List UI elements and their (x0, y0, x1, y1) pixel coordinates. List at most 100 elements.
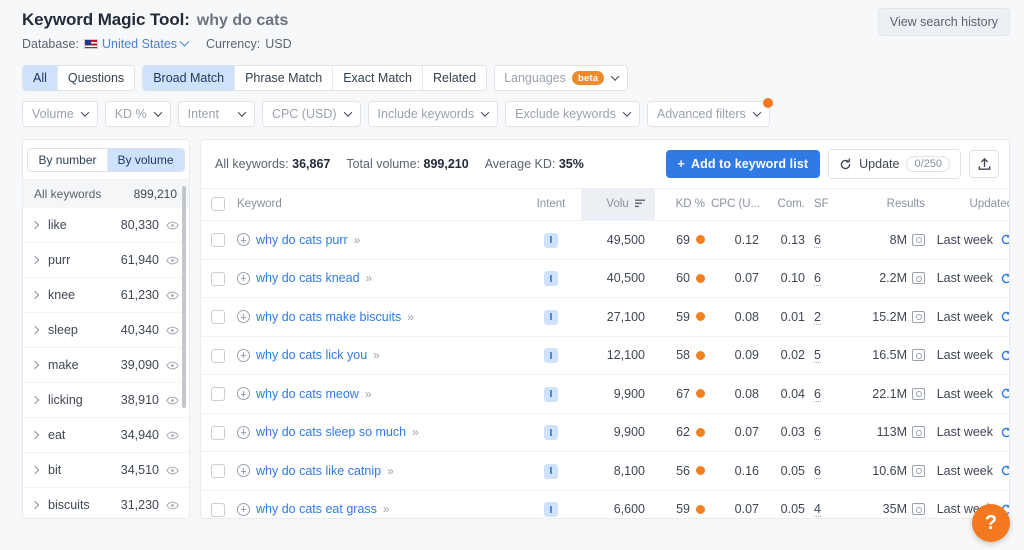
volume-filter[interactable]: Volume (22, 101, 98, 127)
sidebar-group-item[interactable]: like 80,330 (23, 208, 189, 243)
toggle-by-number[interactable]: By number (28, 149, 108, 171)
add-keyword-icon[interactable] (237, 310, 250, 324)
sidebar-group-item[interactable]: licking 38,910 (23, 383, 189, 418)
add-keyword-icon[interactable] (237, 387, 250, 401)
help-button[interactable]: ? (972, 504, 1010, 542)
view-search-history-button[interactable]: View search history (877, 8, 1010, 36)
kd-filter[interactable]: KD % (104, 101, 171, 127)
intent-badge[interactable]: I (544, 348, 558, 363)
header-kd[interactable]: KD % (655, 188, 711, 221)
serp-preview-icon[interactable] (912, 464, 925, 477)
intent-filter[interactable]: Intent (177, 101, 255, 127)
languages-dropdown[interactable]: Languages beta (494, 65, 629, 91)
add-to-keyword-list-button[interactable]: + Add to keyword list (665, 150, 821, 178)
header-intent[interactable]: Intent (525, 188, 581, 221)
header-sf[interactable]: SF (809, 188, 841, 221)
row-checkbox[interactable] (211, 310, 225, 325)
eye-icon[interactable] (166, 429, 179, 442)
tab-broad-match[interactable]: Broad Match (143, 66, 236, 90)
eye-icon[interactable] (166, 289, 179, 302)
keyword-link[interactable]: why do cats meow (256, 387, 359, 401)
sidebar-scrollbar[interactable] (182, 186, 186, 408)
table-row[interactable]: why do cats lick you » I 12,100 58 0.09 0.02 5 1… (201, 336, 1010, 375)
keyword-link[interactable]: why do cats knead (256, 271, 360, 285)
sidebar-group-item[interactable]: knee 61,230 (23, 278, 189, 313)
add-keyword-icon[interactable] (237, 502, 250, 516)
keyword-expand-icon[interactable]: » (387, 464, 394, 478)
intent-badge[interactable]: I (544, 309, 558, 325)
row-checkbox[interactable] (211, 387, 225, 402)
table-row[interactable]: why do cats purr » I 49,500 69 0.12 0.13 6 8M Las… (201, 220, 1010, 260)
table-row[interactable]: why do cats meow » I 9,900 67 0.08 0.04 6 22.1M L… (201, 374, 1010, 414)
header-cpc[interactable]: CPC (U... (711, 188, 765, 221)
eye-icon[interactable] (166, 464, 179, 477)
table-row[interactable]: why do cats like catnip » I 8,100 56 0.16 0.05… (201, 451, 1009, 491)
serp-preview-icon[interactable] (912, 272, 925, 285)
row-checkbox[interactable] (211, 502, 225, 517)
sf-link[interactable]: 4 (814, 502, 821, 518)
tab-questions[interactable]: Questions (57, 66, 135, 90)
table-row[interactable]: why do cats knead » I 40,500 60 0.07 0.10 6 2.2M… (201, 259, 1010, 298)
serp-preview-icon[interactable] (912, 426, 925, 439)
row-refresh-icon[interactable] (1000, 426, 1010, 439)
advanced-filters-dropdown[interactable]: Advanced filters (646, 98, 773, 127)
row-checkbox[interactable] (211, 348, 225, 363)
cpc-filter[interactable]: CPC (USD) (261, 101, 361, 127)
row-refresh-icon[interactable] (1000, 387, 1010, 400)
eye-icon[interactable] (166, 219, 179, 232)
tab-phrase-match[interactable]: Phrase Match (235, 66, 334, 90)
sidebar-item-all-keywords[interactable]: All keywords 899,210 (23, 179, 189, 208)
keyword-expand-icon[interactable]: » (412, 425, 419, 439)
exclude-keywords-filter[interactable]: Exclude keywords (505, 101, 640, 127)
intent-badge[interactable]: I (544, 232, 558, 248)
serp-preview-icon[interactable] (912, 387, 925, 400)
update-button[interactable]: Update 0/250 (828, 149, 961, 179)
keyword-expand-icon[interactable]: » (354, 233, 361, 247)
keyword-expand-icon[interactable]: » (373, 348, 380, 362)
table-row[interactable]: why do cats eat grass » I 6,600 59 0.07 0.05 4 3… (201, 490, 1009, 518)
eye-icon[interactable] (166, 499, 179, 512)
sf-link[interactable]: 6 (814, 386, 821, 402)
row-refresh-icon[interactable] (1000, 233, 1010, 246)
row-refresh-icon[interactable] (1000, 310, 1010, 323)
eye-icon[interactable] (166, 394, 179, 407)
keyword-link[interactable]: why do cats make biscuits (256, 310, 401, 324)
intent-badge[interactable]: I (544, 386, 558, 402)
add-keyword-icon[interactable] (237, 233, 250, 247)
database-value-link[interactable]: United States (83, 36, 190, 51)
header-keyword[interactable]: Keyword (235, 188, 525, 221)
row-refresh-icon[interactable] (1000, 349, 1010, 362)
tab-exact-match[interactable]: Exact Match (333, 66, 423, 90)
sidebar-group-item[interactable]: eat 34,940 (23, 418, 189, 453)
row-refresh-icon[interactable] (1000, 272, 1010, 285)
serp-preview-icon[interactable] (912, 349, 925, 362)
keyword-link[interactable]: why do cats lick you (256, 348, 367, 362)
sidebar-group-item[interactable]: make 39,090 (23, 348, 189, 383)
keyword-expand-icon[interactable]: » (366, 271, 373, 285)
intent-badge[interactable]: I (544, 271, 558, 286)
table-row[interactable]: why do cats make biscuits » I 27,100 59 0.08 0… (201, 297, 1010, 337)
sidebar-group-item[interactable]: biscuits 31,230 (23, 488, 189, 518)
header-updated[interactable]: Updated (933, 188, 1009, 221)
sf-link[interactable]: 6 (814, 232, 821, 248)
intent-badge[interactable]: I (544, 463, 558, 479)
database-selector[interactable]: Database: United States (22, 36, 190, 51)
tab-all[interactable]: All (23, 66, 58, 90)
keyword-expand-icon[interactable]: » (383, 502, 390, 516)
intent-badge[interactable]: I (544, 502, 558, 517)
header-volume[interactable]: Volu (581, 188, 655, 221)
keyword-link[interactable]: why do cats like catnip (256, 464, 381, 478)
eye-icon[interactable] (166, 359, 179, 372)
sf-link[interactable]: 5 (814, 348, 821, 364)
keyword-expand-icon[interactable]: » (407, 310, 414, 324)
sf-link[interactable]: 6 (814, 425, 821, 441)
serp-preview-icon[interactable] (912, 310, 925, 323)
row-checkbox[interactable] (211, 425, 225, 440)
add-keyword-icon[interactable] (237, 425, 250, 439)
serp-preview-icon[interactable] (912, 503, 925, 516)
row-checkbox[interactable] (211, 271, 225, 286)
table-row[interactable]: why do cats sleep so much » I 9,900 62 0.07 0.… (201, 413, 1010, 452)
sf-link[interactable]: 6 (814, 463, 821, 479)
keyword-link[interactable]: why do cats sleep so much (256, 425, 406, 439)
eye-icon[interactable] (166, 254, 179, 267)
